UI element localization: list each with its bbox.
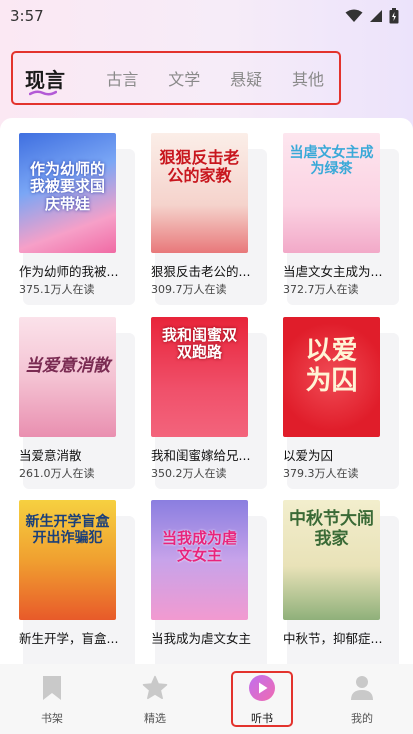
tab-label: 悬疑 xyxy=(230,70,263,89)
cover-title: 当我成为虐文女主 xyxy=(161,529,237,565)
category-tabs: 现言 古言 文学 悬疑 其他 xyxy=(11,51,341,105)
cover-title: 以爱为囚 xyxy=(305,336,358,396)
book-cover: 当我成为虐文女主 xyxy=(151,500,248,620)
bookmark-icon xyxy=(43,676,61,700)
battery-icon xyxy=(389,8,399,24)
tab-label: 其他 xyxy=(292,70,325,89)
tab-xuanyi[interactable]: 悬疑 xyxy=(215,66,277,90)
book-cover: 狠狠反击老公的家教 xyxy=(151,133,248,253)
tab-guyan[interactable]: 古言 xyxy=(91,66,153,90)
nav-label: 我的 xyxy=(351,712,373,725)
book-title: 当我成为虐文女主 xyxy=(151,631,252,646)
book-cover: 以爱为囚 xyxy=(283,317,380,437)
nav-profile[interactable]: 我的 xyxy=(322,664,402,734)
nav-featured[interactable]: 精选 xyxy=(115,664,195,734)
reader-count: 379.3万人在读 xyxy=(283,467,359,480)
book-cover: 我和闺蜜双双跑路 xyxy=(151,317,248,437)
nav-active-highlight xyxy=(231,671,293,727)
cover-title: 新生开学盲盒开出诈骗犯 xyxy=(25,514,110,547)
status-bar: 3:57 xyxy=(0,0,413,32)
reader-count: 309.7万人在读 xyxy=(151,283,227,296)
bottom-nav: 书架 精选 听书 我的 xyxy=(0,664,413,734)
wifi-icon xyxy=(345,9,363,22)
book-cover: 当爱意消散 xyxy=(19,317,116,437)
book-title: 新生开学，盲盒... xyxy=(19,631,119,646)
nav-label: 书架 xyxy=(41,712,63,725)
book-title: 中秋节，抑郁症... xyxy=(283,631,383,646)
tab-qita[interactable]: 其他 xyxy=(277,66,339,90)
cover-title: 当爱意消散 xyxy=(25,356,110,376)
book-title: 狠狠反击老公的... xyxy=(151,264,251,279)
reader-count: 350.2万人在读 xyxy=(151,467,227,480)
nav-label: 精选 xyxy=(144,712,166,725)
cover-title: 作为幼师的我被要求国庆带娃 xyxy=(29,160,105,213)
book-cover: 中秋节大闹我家 xyxy=(283,500,380,620)
user-icon xyxy=(351,676,373,700)
cover-title: 狠狠反击老公的家教 xyxy=(159,148,240,186)
cover-title: 我和闺蜜双双跑路 xyxy=(161,326,237,362)
book-title: 作为幼师的我被... xyxy=(19,264,119,279)
tab-active-underline xyxy=(29,89,57,96)
book-cover: 新生开学盲盒开出诈骗犯 xyxy=(19,500,116,620)
book-title: 我和闺蜜嫁给兄... xyxy=(151,448,251,463)
star-icon xyxy=(142,675,168,700)
tab-label: 文学 xyxy=(168,70,201,89)
cover-title: 当虐文女主成为绿茶 xyxy=(289,145,374,178)
reader-count: 375.1万人在读 xyxy=(19,283,95,296)
tab-label: 现言 xyxy=(25,67,65,92)
reader-count: 372.7万人在读 xyxy=(283,283,359,296)
reader-count: 261.0万人在读 xyxy=(19,467,95,480)
book-title: 以爱为囚 xyxy=(283,448,334,463)
nav-bookshelf[interactable]: 书架 xyxy=(12,664,92,734)
book-cover: 当虐文女主成为绿茶 xyxy=(283,133,380,253)
status-icons xyxy=(345,8,399,24)
tab-wenxue[interactable]: 文学 xyxy=(153,66,215,90)
tab-label: 古言 xyxy=(106,70,139,89)
book-title: 当虐文女主成为... xyxy=(283,264,383,279)
cover-title: 中秋节大闹我家 xyxy=(289,509,374,549)
status-time: 3:57 xyxy=(10,7,44,25)
book-cover: 作为幼师的我被要求国庆带娃 xyxy=(19,133,116,253)
tab-xianyan[interactable]: 现言 xyxy=(25,64,91,96)
book-grid: 作为幼师的我被要求国庆带娃 作为幼师的我被... 375.1万人在读 狠狠反击老… xyxy=(0,118,413,672)
book-title: 当爱意消散 xyxy=(19,448,82,463)
signal-icon xyxy=(370,10,382,22)
